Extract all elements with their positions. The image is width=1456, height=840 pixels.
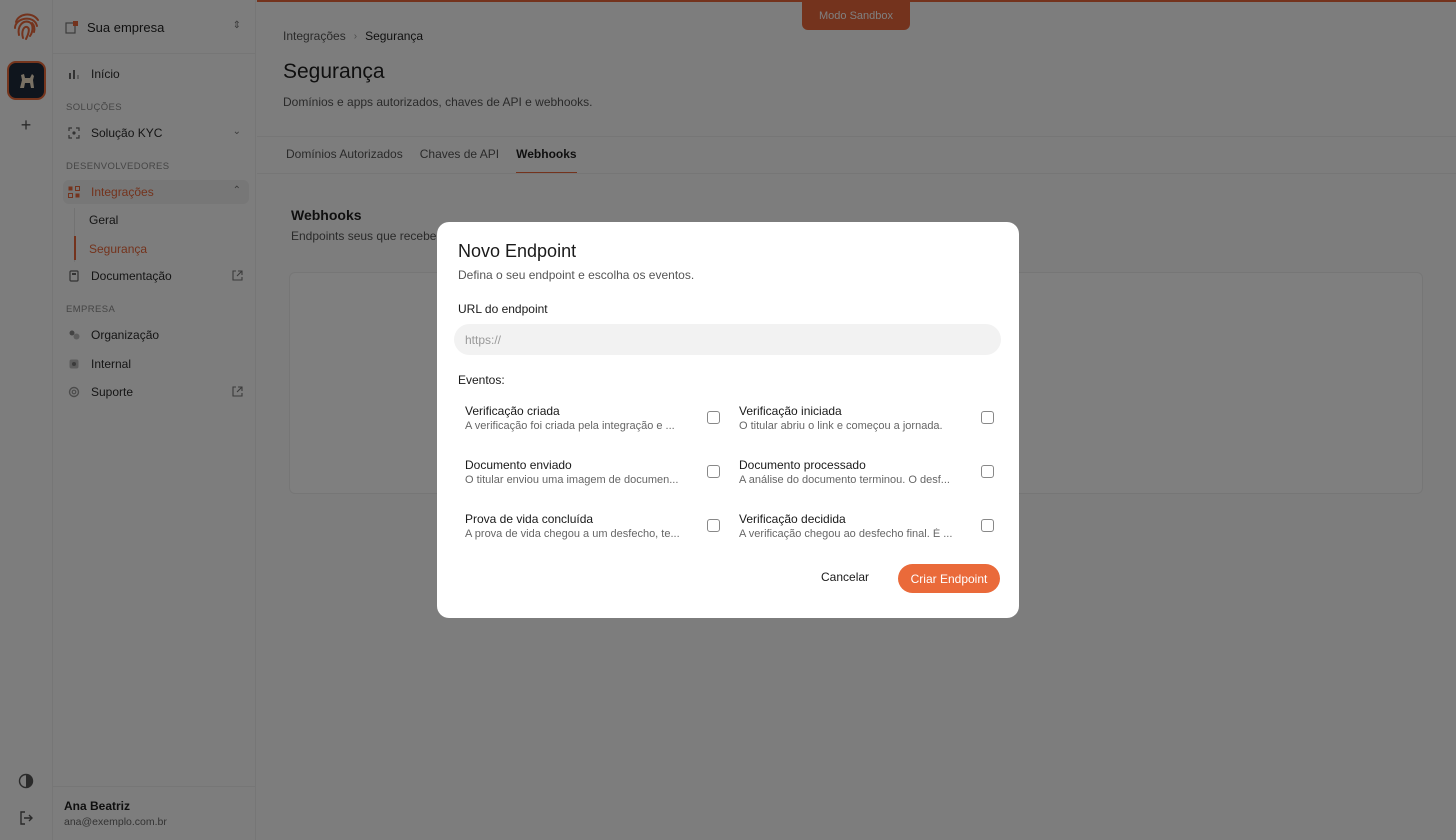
event-description: O titular enviou uma imagem de documen..… (465, 474, 679, 486)
events-label: Eventos: (458, 373, 505, 387)
event-option[interactable]: Verificação decidida A verificação chego… (739, 512, 994, 552)
event-option[interactable]: Prova de vida concluída A prova de vida … (465, 512, 720, 552)
event-checkbox[interactable] (981, 519, 994, 532)
event-description: O titular abriu o link e começou a jorna… (739, 420, 943, 432)
event-option[interactable]: Documento enviado O titular enviou uma i… (465, 458, 720, 498)
event-option[interactable]: Verificação iniciada O titular abriu o l… (739, 404, 994, 444)
event-checkbox[interactable] (707, 519, 720, 532)
event-title: Documento enviado (465, 458, 572, 472)
event-option[interactable]: Verificação criada A verificação foi cri… (465, 404, 720, 444)
event-description: A verificação foi criada pela integração… (465, 420, 675, 432)
url-label: URL do endpoint (458, 302, 548, 316)
event-checkbox[interactable] (981, 411, 994, 424)
event-option[interactable]: Documento processado A análise do docume… (739, 458, 994, 498)
event-checkbox[interactable] (707, 411, 720, 424)
event-title: Verificação decidida (739, 512, 846, 526)
event-title: Prova de vida concluída (465, 512, 594, 526)
event-description: A prova de vida chegou a um desfecho, te… (465, 528, 680, 540)
event-title: Verificação iniciada (739, 404, 842, 418)
cancel-button[interactable]: Cancelar (821, 570, 869, 584)
event-description: A verificação chegou ao desfecho final. … (739, 528, 953, 540)
new-endpoint-dialog: Novo Endpoint Defina o seu endpoint e es… (437, 222, 1019, 618)
event-checkbox[interactable] (707, 465, 720, 478)
event-title: Verificação criada (465, 404, 560, 418)
event-description: A análise do documento terminou. O desf.… (739, 474, 950, 486)
endpoint-url-input[interactable] (454, 324, 1001, 355)
event-checkbox[interactable] (981, 465, 994, 478)
dialog-subtitle: Defina o seu endpoint e escolha os event… (458, 268, 695, 282)
dialog-title: Novo Endpoint (458, 241, 577, 261)
event-title: Documento processado (739, 458, 866, 472)
create-endpoint-button[interactable]: Criar Endpoint (898, 564, 1000, 593)
